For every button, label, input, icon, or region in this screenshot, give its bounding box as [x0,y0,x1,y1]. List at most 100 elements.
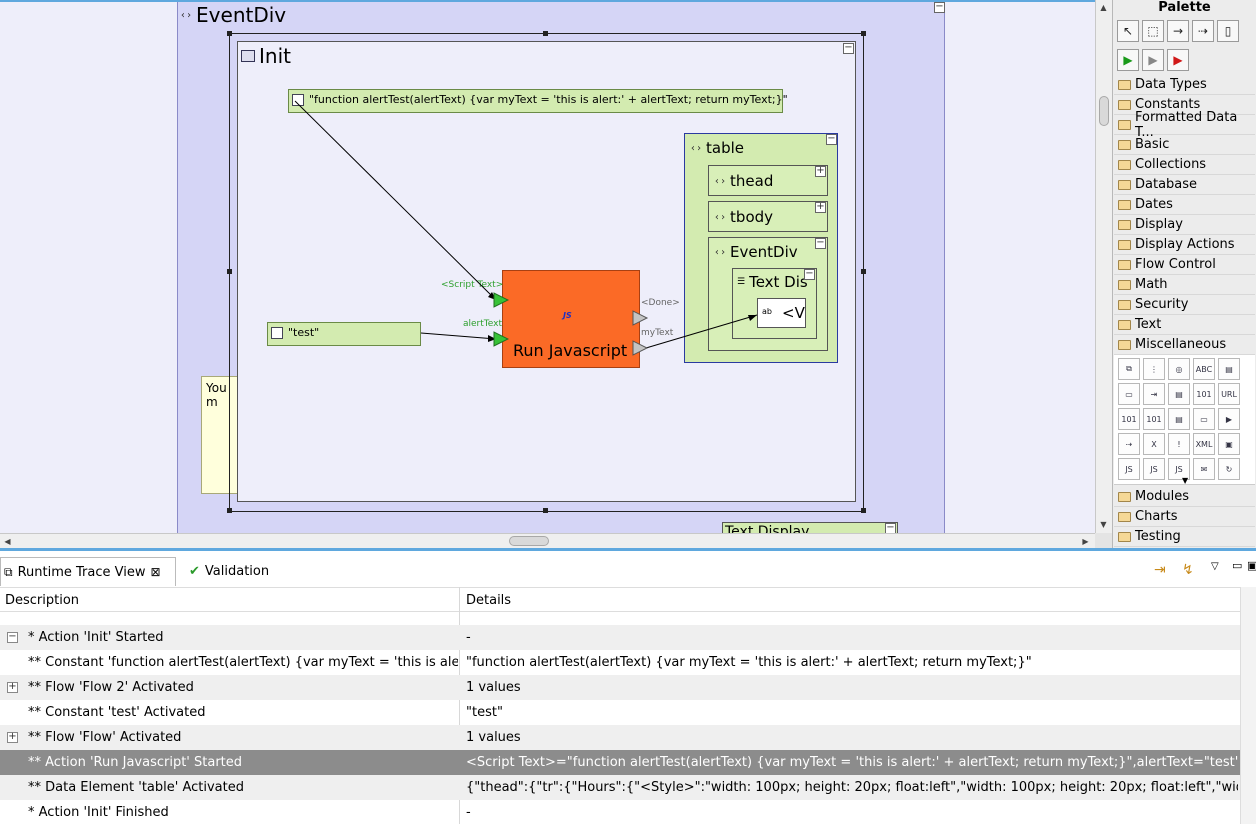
scrollbar-thumb[interactable] [1099,96,1109,126]
palette-group-label: Miscellaneous [1135,337,1227,352]
palette-panel[interactable]: Palette ↖ ⬚ → ⇢ ▯ ▶ ▶ ▶ Data Types Consta… [1112,0,1256,548]
canvas-horizontal-scrollbar[interactable]: ◀ ▶ [0,533,1095,548]
stop-icon[interactable]: ▶ [1167,49,1189,71]
dashed-connection-tool-icon[interactable]: ⇢ [1192,20,1214,42]
csvr-icon[interactable]: 101 [1143,408,1165,430]
trace-row-description: ** Data Element 'table' Activated [28,780,244,795]
canvas-vertical-scrollbar[interactable]: ▲ ▼ [1095,0,1112,533]
connection-tool-icon[interactable]: → [1167,20,1189,42]
minimize-icon[interactable]: ▭ [1232,559,1242,572]
palette-group-collections[interactable]: Collections [1114,155,1255,175]
more-icons-arrow-icon[interactable]: ▼ [1182,476,1188,485]
palette-group-label: Math [1135,277,1168,292]
cycle-icon[interactable]: ↻ [1218,458,1240,480]
trace-row[interactable]: + ** Flow 'Flow 2' Activated 1 values [0,675,1240,700]
js1-icon[interactable]: JS [1118,458,1140,480]
ins-icon[interactable]: ⇥ [1143,383,1165,405]
select-tool-icon[interactable]: ↖ [1117,20,1139,42]
palette-group-data-types[interactable]: Data Types [1114,75,1255,95]
trace-row[interactable]: ** Constant 'test' Activated "test" [0,700,1240,725]
tree-icon[interactable]: ⋮ [1143,358,1165,380]
xml-icon[interactable]: XML [1193,433,1215,455]
url-icon[interactable]: URL [1218,383,1240,405]
palette-group-flow-control[interactable]: Flow Control [1114,255,1255,275]
scrollbar-thumb[interactable] [509,536,549,546]
mail-icon[interactable]: ✉ [1193,458,1215,480]
trace-row-description: ** Flow 'Flow 2' Activated [28,680,194,695]
export-icon[interactable]: ⇥ [1154,562,1166,578]
palette-group-display[interactable]: Display [1114,215,1255,235]
box-icon[interactable]: ▣ [1218,433,1240,455]
js2-icon[interactable]: JS [1143,458,1165,480]
arrow-icon[interactable]: ⇢ [1118,433,1140,455]
trace-row[interactable]: − * Action 'Init' Started - [0,625,1240,650]
docx-icon[interactable]: ▤ [1168,408,1190,430]
palette-group-math[interactable]: Math [1114,275,1255,295]
palette-group-charts[interactable]: Charts [1114,507,1255,527]
palette-group-miscellaneous[interactable]: Miscellaneous [1114,335,1255,355]
refresh-icon[interactable]: ↯ [1182,562,1194,578]
folder-icon [1118,319,1131,330]
scroll-up-arrow-icon[interactable]: ▲ [1096,0,1111,15]
trace-row-description: ** Constant 'function alertTest(alertTex… [28,655,458,670]
excel-icon[interactable]: X [1143,433,1165,455]
trace-row-details: <Script Text>="function alertTest(alertT… [466,755,1238,770]
diagram-canvas[interactable]: ‹› EventDiv − You m Init − "function ale… [0,0,1095,533]
palette-group-basic[interactable]: Basic [1114,135,1255,155]
palette-group-label: Text [1135,317,1162,332]
trace-row-description: ** Action 'Run Javascript' Started [28,755,243,770]
palette-group-text[interactable]: Text [1114,315,1255,335]
folder-icon [1118,491,1131,502]
palette-group-testing[interactable]: Testing [1114,527,1255,547]
view-menu-icon[interactable]: ▽ [1211,561,1219,572]
scroll-down-arrow-icon[interactable]: ▼ [1096,517,1111,532]
expand-toggle-icon[interactable]: + [7,682,18,693]
marquee-tool-icon[interactable]: ⬚ [1142,20,1164,42]
folder-icon [1118,219,1131,230]
maximize-icon[interactable]: ▣ [1247,559,1256,572]
palette-group-display-actions[interactable]: Display Actions [1114,235,1255,255]
trace-row[interactable]: + ** Flow 'Flow' Activated 1 values [0,725,1240,750]
palette-group-label: Modules [1135,489,1190,504]
palette-group-database[interactable]: Database [1114,175,1255,195]
palette-group-security[interactable]: Security [1114,295,1255,315]
note-tool-icon[interactable]: ▯ [1217,20,1239,42]
mime-icon[interactable]: ABC [1193,358,1215,380]
palette-group-dates[interactable]: Dates [1114,195,1255,215]
csvx-icon[interactable]: 101 [1118,408,1140,430]
doc-icon[interactable]: ▤ [1168,383,1190,405]
trace-row[interactable]: * Action 'Init' Finished - [0,800,1240,825]
shape-icon[interactable]: ▭ [1193,408,1215,430]
scroll-right-arrow-icon[interactable]: ▶ [1078,534,1093,549]
expand-toggle-icon[interactable]: + [7,732,18,743]
warn-icon[interactable]: ! [1168,433,1190,455]
step-icon[interactable]: ▶ [1142,49,1164,71]
column-details-header[interactable]: Details [466,593,511,608]
palette-group-formatted-data-t[interactable]: Formatted Data T... [1114,110,1255,140]
trace-row[interactable]: ** Data Element 'table' Activated {"thead… [0,775,1240,800]
table-vertical-scrollbar[interactable] [1240,587,1256,824]
trace-row-description: ** Constant 'test' Activated [28,705,206,720]
tab-runtime-trace-view[interactable]: ⧉ Runtime Trace View ⊠ [0,557,176,586]
runtime-trace-panel: ⧉ Runtime Trace View ⊠ ✔ Validation ⇥ ↯ … [0,548,1256,824]
globe-icon[interactable]: ◎ [1168,358,1190,380]
collapse-toggle-icon[interactable]: − [7,632,18,643]
copy-icon[interactable]: ⧉ [1118,358,1140,380]
run-icon[interactable]: ▶ [1218,408,1240,430]
csv-icon[interactable]: 101 [1193,383,1215,405]
trace-row[interactable]: ** Constant 'function alertTest(alertTex… [0,650,1240,675]
trace-row-description: * Action 'Init' Started [28,630,164,645]
flow-icon[interactable]: ▭ [1118,383,1140,405]
start-icon[interactable]: ▶ [1117,49,1139,71]
column-description-header[interactable]: Description [5,593,79,608]
close-tab-icon[interactable]: ⊠ [150,565,160,579]
trace-row-details: "test" [466,705,503,720]
scroll-left-arrow-icon[interactable]: ◀ [0,534,15,549]
trace-row[interactable]: ** Action 'Run Javascript' Started <Scrip… [0,750,1240,775]
tab-validation[interactable]: ✔ Validation [186,557,276,586]
palette-group-label: Dates [1135,197,1173,212]
palette-group-label: Data Types [1135,77,1207,92]
palette-group-modules[interactable]: Modules [1114,487,1255,507]
folder-icon [1118,119,1131,130]
export-icon[interactable]: ▤ [1218,358,1240,380]
